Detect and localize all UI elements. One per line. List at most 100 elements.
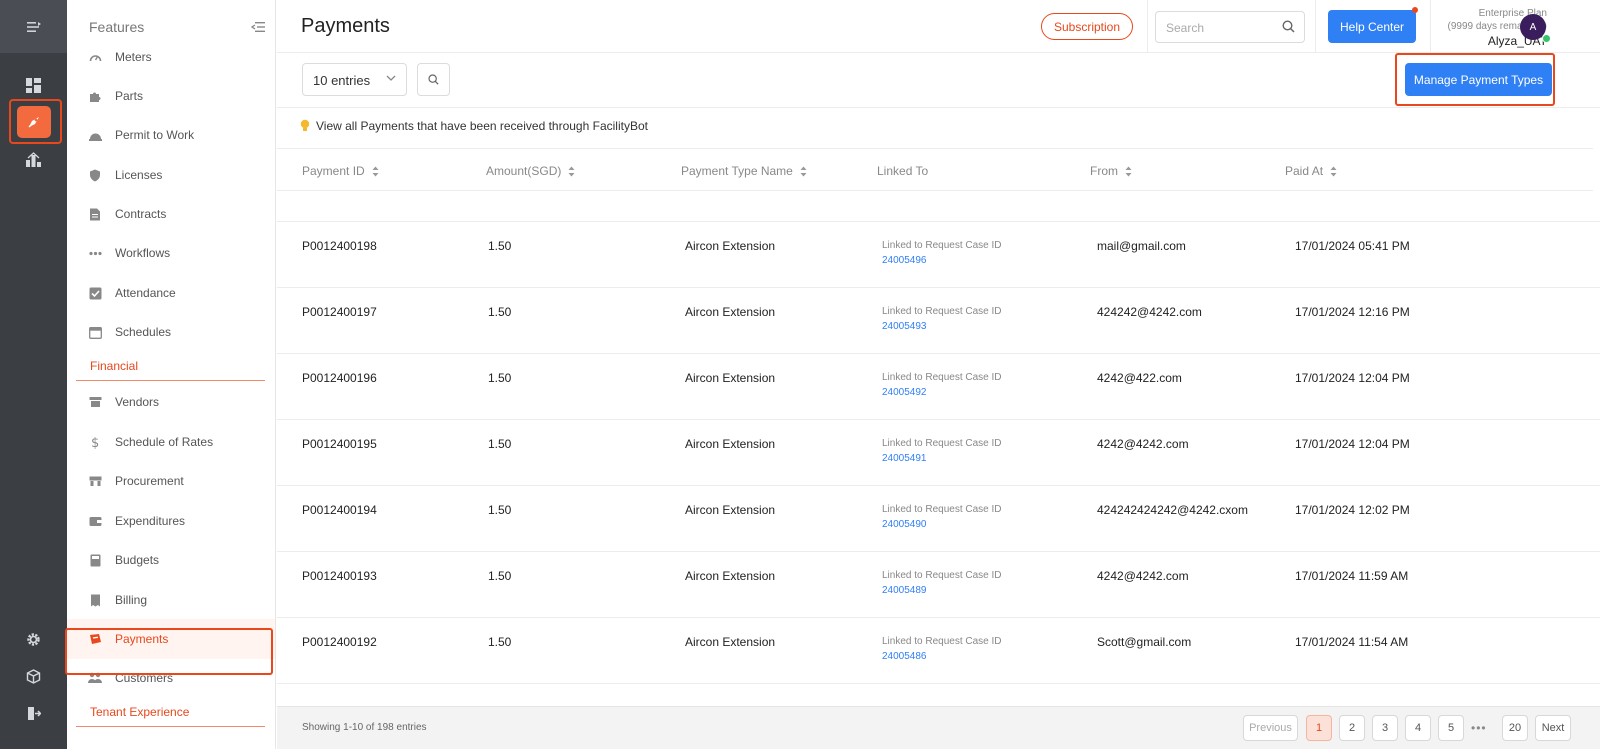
- sidebar-item-billing[interactable]: Billing: [67, 580, 275, 620]
- table-row[interactable]: P0012400195 1.50 Aircon Extension Linked…: [277, 420, 1600, 486]
- sidebar-item-workflows[interactable]: Workflows: [67, 233, 275, 273]
- paid-at-cell: 17/01/2024 11:54 AM: [1295, 635, 1409, 649]
- page-button-2[interactable]: 2: [1339, 715, 1365, 741]
- linked-caption: Linked to Request Case ID: [882, 636, 1002, 647]
- page-button-4[interactable]: 4: [1405, 715, 1431, 741]
- sidebar-item-label: Budgets: [115, 553, 160, 567]
- previous-page-button[interactable]: Previous: [1243, 715, 1298, 741]
- amount-cell: 1.50: [488, 569, 512, 583]
- entries-select[interactable]: 10 entries: [302, 63, 407, 96]
- rail-analytics-button[interactable]: [0, 141, 67, 177]
- from-cell: 4242@4242.com: [1097, 569, 1189, 583]
- table-row[interactable]: P0012400192 1.50 Aircon Extension Linked…: [277, 618, 1600, 684]
- payment-type-cell: Aircon Extension: [685, 503, 776, 517]
- sidebar-item-budgets[interactable]: Budgets: [67, 540, 275, 580]
- sidebar-section-financial: Financial: [76, 359, 265, 381]
- table-row[interactable]: P0012400196 1.50 Aircon Extension Linked…: [277, 354, 1600, 420]
- rail-cube-button[interactable]: [0, 658, 67, 694]
- sidebar-item-schedule-of-rates[interactable]: $ Schedule of Rates: [67, 422, 275, 462]
- page-button-3[interactable]: 3: [1372, 715, 1398, 741]
- sort-icon: [372, 166, 379, 176]
- rail-logout-button[interactable]: [0, 695, 67, 731]
- dashboard-icon: [26, 77, 41, 93]
- page-button-5[interactable]: 5: [1438, 715, 1464, 741]
- next-page-button[interactable]: Next: [1535, 715, 1571, 741]
- wallet-icon: [88, 514, 102, 528]
- payment-id-cell: P0012400194: [302, 503, 377, 517]
- info-banner: View all Payments that have been receive…: [300, 119, 648, 133]
- linked-case-link[interactable]: 24005490: [882, 519, 927, 530]
- rail-menu-button[interactable]: [0, 0, 67, 53]
- linked-case-link[interactable]: 24005489: [882, 585, 927, 596]
- sidebar-item-expenditures[interactable]: Expenditures: [67, 501, 275, 541]
- payment-id-cell: P0012400198: [302, 239, 377, 253]
- column-header-amount[interactable]: Amount(SGD): [486, 164, 575, 178]
- page-button-1[interactable]: 1: [1306, 715, 1332, 741]
- collapse-menu-icon: [26, 21, 41, 32]
- table-row[interactable]: P0012400198 1.50 Aircon Extension Linked…: [277, 222, 1600, 288]
- calendar-icon: [88, 325, 102, 339]
- settings-icon: [27, 632, 40, 646]
- divider: [1315, 0, 1316, 53]
- rail-dashboard-button[interactable]: [0, 67, 67, 103]
- amount-cell: 1.50: [488, 371, 512, 385]
- table-search-button[interactable]: [417, 63, 450, 96]
- table-toolbar: 10 entries Manage Payment Types: [277, 53, 1600, 108]
- sort-icon: [1330, 166, 1337, 176]
- rail-features-button[interactable]: [17, 106, 51, 138]
- sort-icon: [800, 166, 807, 176]
- calculator-icon: [88, 553, 102, 567]
- sidebar-item-schedules[interactable]: Schedules: [67, 312, 275, 352]
- info-text: View all Payments that have been receive…: [316, 119, 648, 133]
- column-label: Payment Type Name: [681, 164, 793, 178]
- amount-cell: 1.50: [488, 239, 512, 253]
- search-input[interactable]: Search: [1155, 11, 1305, 43]
- sidebar-item-parts[interactable]: Parts: [67, 76, 275, 116]
- sidebar-item-label: Billing: [115, 593, 148, 607]
- divider: [1147, 0, 1148, 53]
- manage-payment-types-button[interactable]: Manage Payment Types: [1405, 63, 1552, 96]
- column-header-from[interactable]: From: [1090, 164, 1132, 178]
- sidebar-item-attendance[interactable]: Attendance: [67, 273, 275, 313]
- linked-case-link[interactable]: 24005491: [882, 453, 927, 464]
- sidebar-item-label: Permit to Work: [115, 128, 195, 142]
- linked-case-link[interactable]: 24005486: [882, 651, 927, 662]
- sidebar-item-meters[interactable]: Meters: [67, 37, 275, 77]
- sidebar-item-vendors[interactable]: Vendors: [67, 382, 275, 422]
- features-icon: [28, 117, 39, 128]
- help-center-button[interactable]: Help Center: [1328, 10, 1416, 43]
- sidebar-item-label: Schedule of Rates: [115, 435, 214, 449]
- table-row[interactable]: P0012400194 1.50 Aircon Extension Linked…: [277, 486, 1600, 552]
- paid-at-cell: 17/01/2024 12:16 PM: [1295, 305, 1410, 319]
- analytics-icon: [26, 151, 41, 167]
- table-row[interactable]: P0012400193 1.50 Aircon Extension Linked…: [277, 552, 1600, 618]
- linked-caption: Linked to Request Case ID: [882, 438, 1002, 449]
- page-button-last[interactable]: 20: [1502, 715, 1528, 741]
- linked-case-link[interactable]: 24005496: [882, 255, 927, 266]
- table-header: Payment ID Amount(SGD) Payment Type Name…: [277, 148, 1593, 191]
- sidebar-item-label: Vendors: [115, 395, 160, 409]
- shield-icon: [88, 168, 102, 182]
- column-header-paid-at[interactable]: Paid At: [1285, 164, 1337, 178]
- column-header-payment-id[interactable]: Payment ID: [302, 164, 379, 178]
- sidebar-item-label: Schedules: [115, 325, 172, 339]
- collapse-sidebar-icon[interactable]: [251, 21, 265, 33]
- payment-type-cell: Aircon Extension: [685, 239, 776, 253]
- linked-case-link[interactable]: 24005493: [882, 321, 927, 332]
- linked-case-link[interactable]: 24005492: [882, 387, 927, 398]
- column-label: Linked To: [877, 164, 929, 178]
- sidebar-item-procurement[interactable]: Procurement: [67, 461, 275, 501]
- column-header-payment-type-name[interactable]: Payment Type Name: [681, 164, 807, 178]
- payment-id-cell: P0012400196: [302, 371, 377, 385]
- rail-settings-button[interactable]: [0, 621, 67, 657]
- payment-id-cell: P0012400195: [302, 437, 377, 451]
- cube-icon: [26, 668, 41, 684]
- sidebar-item-licenses[interactable]: Licenses: [67, 155, 275, 195]
- table-row[interactable]: P0012400197 1.50 Aircon Extension Linked…: [277, 288, 1600, 354]
- amount-cell: 1.50: [488, 437, 512, 451]
- sidebar-item-permit-to-work[interactable]: Permit to Work: [67, 115, 275, 155]
- sidebar-item-contracts[interactable]: Contracts: [67, 194, 275, 234]
- subscription-button[interactable]: Subscription: [1041, 13, 1133, 40]
- paid-at-cell: 17/01/2024 12:02 PM: [1295, 503, 1410, 517]
- from-cell: 424242@4242.com: [1097, 305, 1202, 319]
